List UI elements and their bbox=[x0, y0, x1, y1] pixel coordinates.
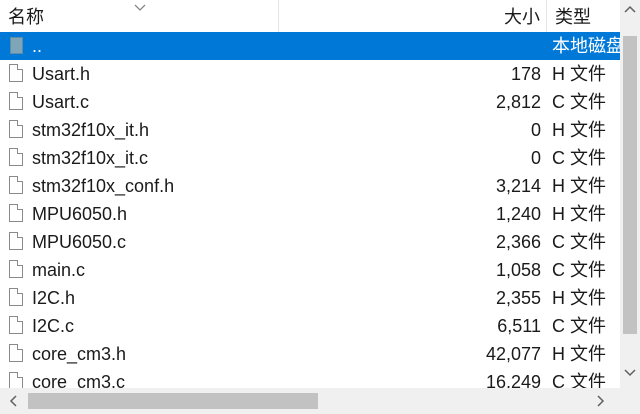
file-type: 本地磁盘 bbox=[552, 36, 620, 56]
file-name: I2C.c bbox=[32, 316, 75, 336]
file-type: H 文件 bbox=[552, 64, 606, 84]
column-header-size[interactable]: 大小 bbox=[279, 0, 546, 32]
file-icon bbox=[9, 148, 23, 166]
list-item[interactable]: stm32f10x_it.c 0 C 文件 bbox=[0, 144, 620, 172]
vertical-scrollbar[interactable] bbox=[620, 0, 640, 388]
scroll-right-icon[interactable] bbox=[596, 395, 606, 407]
file-icon bbox=[9, 232, 23, 250]
scroll-up-icon[interactable] bbox=[624, 4, 636, 14]
file-size: 16,249 bbox=[485, 372, 541, 388]
file-size: 1,058 bbox=[495, 260, 541, 280]
file-type: H 文件 bbox=[552, 176, 606, 196]
horizontal-scrollbar[interactable] bbox=[0, 388, 620, 414]
file-type: H 文件 bbox=[552, 288, 606, 308]
file-size: 0 bbox=[530, 148, 541, 168]
file-size: 6,511 bbox=[497, 316, 541, 336]
file-type: C 文件 bbox=[552, 148, 606, 168]
file-name: MPU6050.h bbox=[32, 204, 128, 224]
sort-descending-icon bbox=[134, 4, 146, 11]
file-icon bbox=[9, 260, 23, 278]
file-icon bbox=[9, 64, 23, 82]
file-size: 2,366 bbox=[495, 232, 541, 252]
scroll-down-icon[interactable] bbox=[624, 368, 636, 378]
file-icon bbox=[9, 316, 23, 334]
file-name: stm32f10x_conf.h bbox=[32, 176, 175, 196]
list-item[interactable]: Usart.h 178 H 文件 bbox=[0, 60, 620, 88]
list-item[interactable]: I2C.c 6,511 C 文件 bbox=[0, 312, 620, 340]
column-header: 名称 大小 类型 bbox=[0, 0, 620, 33]
file-name: .. bbox=[32, 36, 43, 56]
file-type: C 文件 bbox=[552, 92, 606, 112]
file-icon bbox=[9, 372, 23, 388]
horizontal-scroll-thumb[interactable] bbox=[28, 393, 318, 409]
list-item[interactable]: core_cm3.h 42,077 H 文件 bbox=[0, 340, 620, 368]
file-size: 42,077 bbox=[485, 344, 541, 364]
file-icon bbox=[9, 92, 23, 110]
file-type: C 文件 bbox=[552, 316, 606, 336]
list-item[interactable]: main.c 1,058 C 文件 bbox=[0, 256, 620, 284]
column-header-type-label: 类型 bbox=[555, 7, 591, 27]
column-header-size-label: 大小 bbox=[504, 7, 540, 27]
file-name: Usart.c bbox=[32, 92, 90, 112]
list-item[interactable]: stm32f10x_conf.h 3,214 H 文件 bbox=[0, 172, 620, 200]
file-icon bbox=[9, 344, 23, 362]
parent-folder-icon bbox=[10, 37, 23, 54]
file-name: core_cm3.h bbox=[32, 344, 127, 364]
file-size bbox=[279, 32, 541, 60]
file-type: C 文件 bbox=[552, 372, 606, 388]
file-size: 3,214 bbox=[495, 176, 541, 196]
file-type: C 文件 bbox=[552, 232, 606, 252]
list-item[interactable]: I2C.h 2,355 H 文件 bbox=[0, 284, 620, 312]
list-item[interactable]: MPU6050.h 1,240 H 文件 bbox=[0, 200, 620, 228]
list-item[interactable]: core_cm3.c 16,249 C 文件 bbox=[0, 368, 620, 388]
file-name: MPU6050.c bbox=[32, 232, 127, 252]
file-icon bbox=[9, 204, 23, 222]
vertical-scroll-thumb[interactable] bbox=[623, 36, 637, 334]
file-icon bbox=[9, 176, 23, 194]
file-size: 0 bbox=[530, 120, 541, 140]
file-icon bbox=[9, 288, 23, 306]
scroll-left-icon[interactable] bbox=[8, 395, 18, 407]
file-name: core_cm3.c bbox=[32, 372, 126, 388]
file-size: 2,355 bbox=[495, 288, 541, 308]
file-size: 2,812 bbox=[495, 92, 541, 112]
column-header-name-label: 名称 bbox=[8, 7, 44, 27]
file-size: 178 bbox=[510, 64, 541, 84]
list-item[interactable]: Usart.c 2,812 C 文件 bbox=[0, 88, 620, 116]
file-size: 1,240 bbox=[495, 204, 541, 224]
file-icon bbox=[9, 120, 23, 138]
file-list: .. 本地磁盘 Usart.h 178 H 文件 Usart.c 2,812 C… bbox=[0, 32, 620, 388]
file-type: H 文件 bbox=[552, 204, 606, 224]
list-item[interactable]: MPU6050.c 2,366 C 文件 bbox=[0, 228, 620, 256]
file-name: stm32f10x_it.h bbox=[32, 120, 150, 140]
file-name: stm32f10x_it.c bbox=[32, 148, 149, 168]
file-type: H 文件 bbox=[552, 344, 606, 364]
list-item-parent[interactable]: .. 本地磁盘 bbox=[0, 32, 620, 60]
file-name: Usart.h bbox=[32, 64, 91, 84]
column-header-type[interactable]: 类型 bbox=[547, 0, 620, 32]
file-type: H 文件 bbox=[552, 120, 606, 140]
file-name: I2C.h bbox=[32, 288, 76, 308]
file-type: C 文件 bbox=[552, 260, 606, 280]
list-item[interactable]: stm32f10x_it.h 0 H 文件 bbox=[0, 116, 620, 144]
file-name: main.c bbox=[32, 260, 86, 280]
scrollbar-corner bbox=[620, 388, 640, 414]
